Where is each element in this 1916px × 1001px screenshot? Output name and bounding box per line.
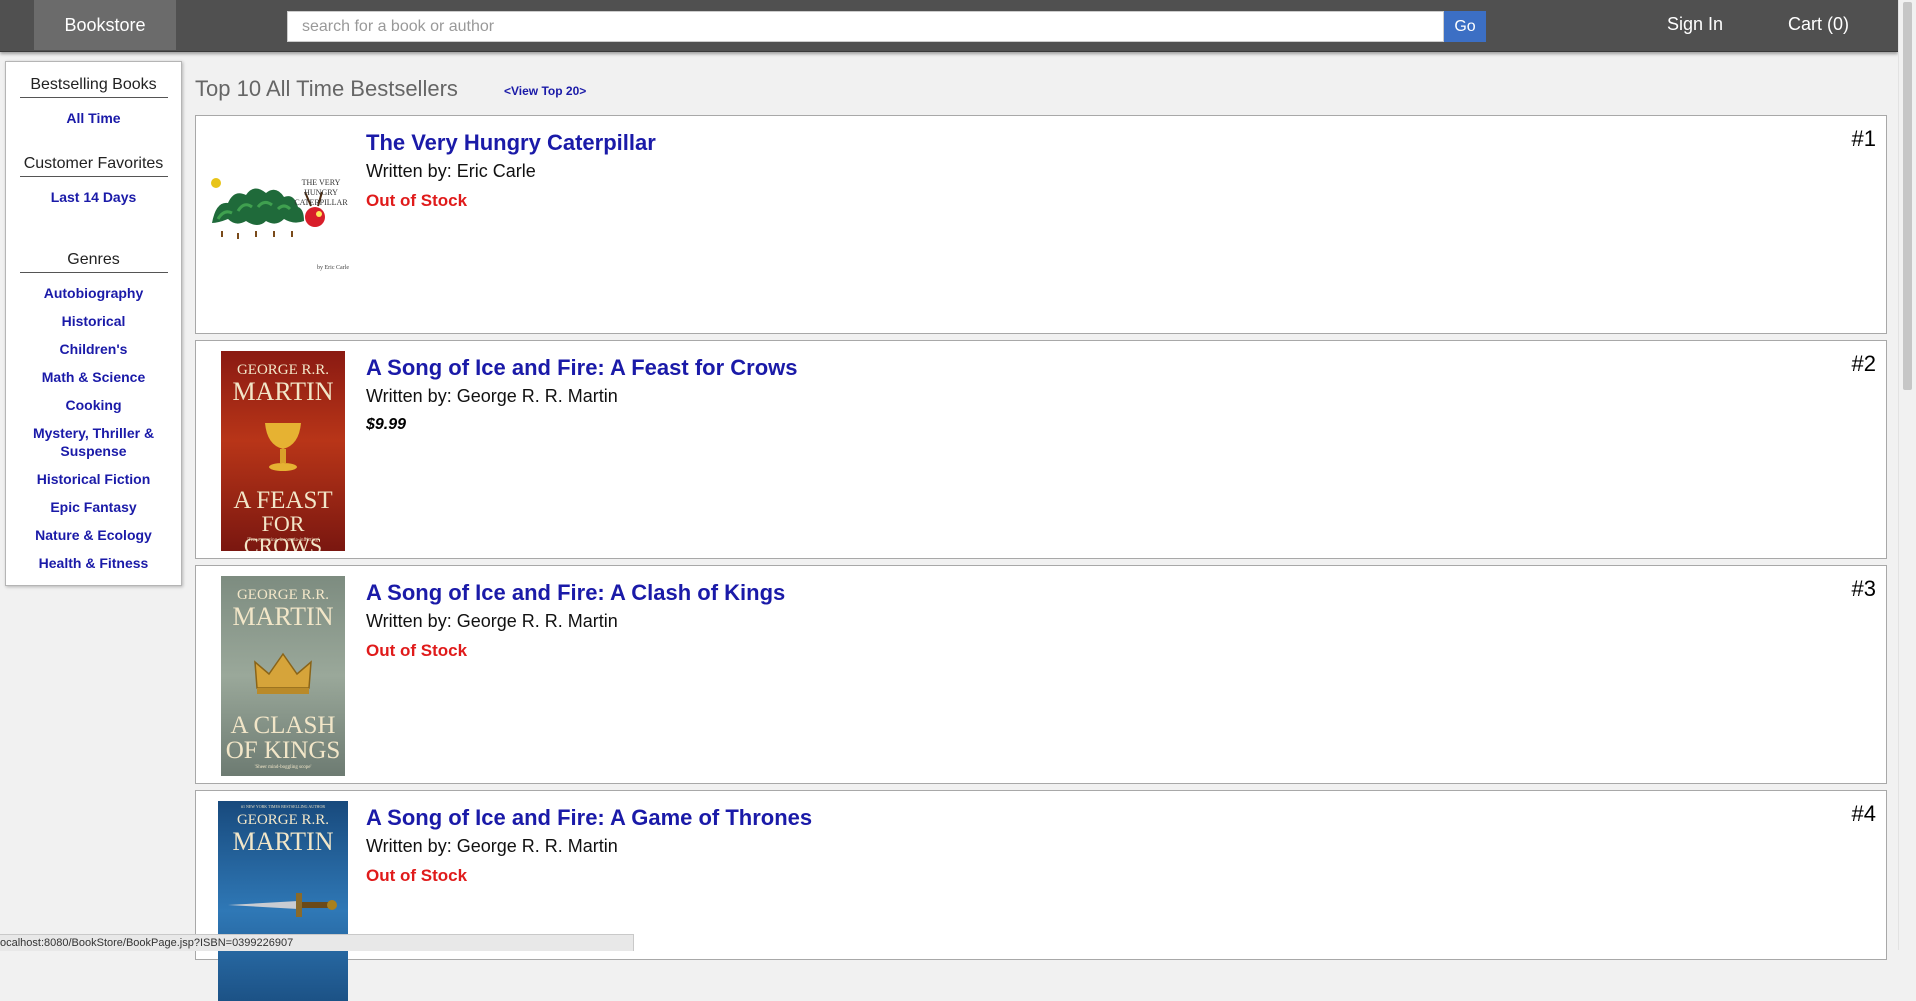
scrollbar-thumb[interactable] <box>1903 2 1912 390</box>
favorites-heading: Customer Favorites <box>19 155 168 177</box>
genre-link-historical-fiction[interactable]: Historical Fiction <box>19 470 169 488</box>
cover-title-line: OF KINGS <box>225 737 341 764</box>
cover-surname: MARTIN <box>232 377 334 406</box>
book-title-link[interactable]: A Song of Ice and Fire: A Feast for Crow… <box>366 355 798 381</box>
book-author: Written by: George R. R. Martin <box>366 836 618 856</box>
genre-link-cooking[interactable]: Cooking <box>19 396 169 414</box>
cover-title-line: A FEAST <box>233 487 333 514</box>
page-scrollbar[interactable] <box>1898 0 1916 950</box>
sword-icon <box>228 893 337 917</box>
genres-heading: Genres <box>19 251 168 273</box>
genre-link-childrens[interactable]: Children's <box>19 340 169 358</box>
view-top-20-link[interactable]: <View Top 20> <box>504 84 586 98</box>
cover-author: GEORGE R.R. <box>236 812 330 828</box>
cover-banner: #1 NEW YORK TIMES BESTSELLING AUTHOR <box>240 804 326 809</box>
sidebar-link-all-time[interactable]: All Time <box>6 109 181 127</box>
rank-number: #2 <box>1851 351 1876 376</box>
cover-byline: by Eric Carle <box>317 265 349 271</box>
sign-in-link[interactable]: Sign In <box>1667 14 1723 35</box>
browser-status-url: ocalhost:8080/BookStore/BookPage.jsp?ISB… <box>0 934 634 951</box>
cover-surname: MARTIN <box>232 602 334 631</box>
sidebar-link-last-14-days[interactable]: Last 14 Days <box>6 188 181 206</box>
book-author: Written by: Eric Carle <box>366 161 536 181</box>
cover-title-line: HUNGRY <box>304 188 338 197</box>
book-author: Written by: George R. R. Martin <box>366 611 618 631</box>
sidebar: Bestselling Books All Time Customer Favo… <box>5 61 182 586</box>
stock-status: Out of Stock <box>366 866 468 885</box>
genre-link-health-fitness[interactable]: Health & Fitness <box>19 554 169 572</box>
genre-link-math-science[interactable]: Math & Science <box>19 368 169 386</box>
book-title-link[interactable]: The Very Hungry Caterpillar <box>366 130 656 156</box>
cover-quote: 'Sheer mind-boggling scope' <box>254 765 312 770</box>
book-title-link[interactable]: A Song of Ice and Fire: A Game of Throne… <box>366 805 812 831</box>
book-card: THE VERY HUNGRY CATERPILLAR by Eric Carl… <box>195 115 1887 334</box>
goblet-icon <box>265 423 301 471</box>
book-card: GEORGE R.R. MARTIN A FEAST FOR CROWS 'Te… <box>195 340 1887 559</box>
book-title-link[interactable]: A Song of Ice and Fire: A Clash of Kings <box>366 580 785 606</box>
search-bar: Go <box>287 11 1486 42</box>
cover-title-line: FOR CROWS <box>243 511 323 552</box>
genre-link-nature-ecology[interactable]: Nature & Ecology <box>19 526 169 544</box>
crown-icon <box>254 652 312 694</box>
genre-link-historical[interactable]: Historical <box>19 312 169 330</box>
stock-status: Out of Stock <box>366 191 468 210</box>
rank-number: #3 <box>1851 576 1876 601</box>
cover-surname: MARTIN <box>232 827 334 856</box>
rank-number: #4 <box>1851 801 1876 826</box>
book-author: Written by: George R. R. Martin <box>366 386 618 406</box>
cover-quote: 'Tense, surging, insomnia-inflicting' <box>247 538 319 543</box>
book-cover-image[interactable]: GEORGE R.R. MARTIN A CLASH OF KINGS 'She… <box>221 576 345 776</box>
stock-status: Out of Stock <box>366 641 468 660</box>
cover-title-line: THE VERY <box>301 178 341 187</box>
genre-link-epic-fantasy[interactable]: Epic Fantasy <box>19 498 169 516</box>
search-input[interactable] <box>287 11 1444 42</box>
cart-link[interactable]: Cart (0) <box>1788 14 1849 35</box>
book-cover-image[interactable]: THE VERY HUNGRY CATERPILLAR by Eric Carl… <box>208 171 358 276</box>
search-go-button[interactable]: Go <box>1444 11 1486 42</box>
genre-link-mystery-thriller[interactable]: Mystery, Thriller & Suspense <box>29 424 159 460</box>
cover-author: GEORGE R.R. <box>236 587 330 603</box>
book-cover-image[interactable]: #1 NEW YORK TIMES BESTSELLING AUTHOR GEO… <box>218 801 348 1001</box>
page-title: Top 10 All Time Bestsellers <box>195 76 458 101</box>
rank-number: #1 <box>1851 126 1876 151</box>
book-cover-image[interactable]: GEORGE R.R. MARTIN A FEAST FOR CROWS 'Te… <box>221 351 345 551</box>
cover-author: GEORGE R.R. <box>236 362 330 378</box>
cover-title-line: A CLASH <box>230 712 336 739</box>
book-card: GEORGE R.R. MARTIN A CLASH OF KINGS 'She… <box>195 565 1887 784</box>
top-navbar: Bookstore Go Sign In Cart (0) <box>0 0 1898 52</box>
genre-link-autobiography[interactable]: Autobiography <box>19 284 169 302</box>
bestselling-heading: Bestselling Books <box>19 76 168 98</box>
book-price: $9.99 <box>366 416 407 433</box>
cover-title-line: CATERPILLAR <box>294 198 348 207</box>
brand-home-link[interactable]: Bookstore <box>34 0 176 50</box>
genre-list: Autobiography Historical Children's Math… <box>6 284 181 572</box>
